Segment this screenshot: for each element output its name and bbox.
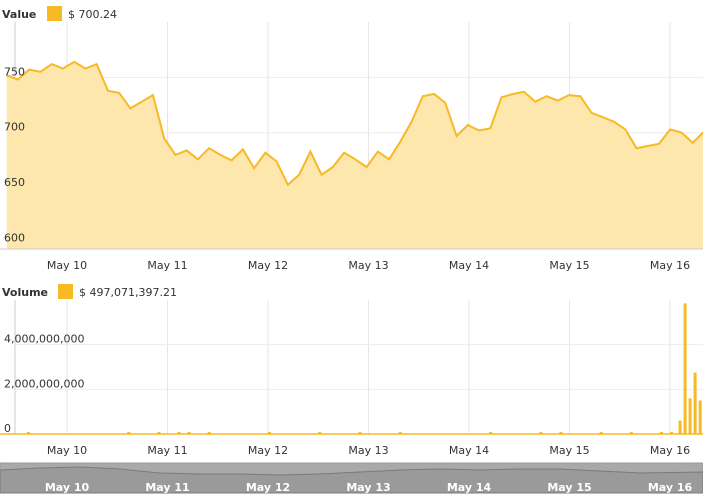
value-y-tick: 700: [4, 121, 25, 134]
navigator-tick: May 10: [45, 481, 90, 494]
navigator-tick: May 12: [246, 481, 290, 494]
volume-bar: [688, 398, 692, 434]
volume-bar: [683, 303, 687, 434]
navigator-tick: May 14: [447, 481, 492, 494]
value-readout: $ 700.24: [68, 8, 117, 21]
volume-x-tick: May 16: [650, 444, 690, 457]
value-x-tick: May 15: [549, 259, 589, 272]
volume-readout: $ 497,071,397.21: [79, 286, 177, 299]
volume-label: Volume: [2, 286, 48, 299]
volume-y-tick: 4,000,000,000: [4, 333, 84, 346]
navigator-tick: May 15: [547, 481, 591, 494]
value-y-tick: 750: [4, 65, 25, 78]
volume-bar: [693, 372, 697, 434]
volume-x-tick: May 10: [47, 444, 87, 457]
value-chart[interactable]: 600 650 700 750 May 10 May 11 May 12 May 13 May…: [0, 22, 703, 272]
value-y-tick: 650: [4, 176, 25, 189]
volume-chart[interactable]: 0 2,000,000,000 4,000,000,000 May 10 May 11…: [0, 300, 703, 457]
volume-legend-swatch: [58, 284, 73, 299]
chart-root: Value $ 700.24 600 650 700 750 May 10 May 11…: [0, 6, 703, 494]
volume-y-tick: 0: [4, 422, 11, 435]
navigator-scrollbar[interactable]: May 10 May 11 May 12 May 13 May 14 May 15 May …: [0, 462, 703, 494]
volume-x-tick: May 11: [147, 444, 187, 457]
volume-y-tick: 2,000,000,000: [4, 377, 84, 390]
volume-x-tick: May 12: [248, 444, 288, 457]
volume-header: Volume $ 497,071,397.21: [2, 284, 177, 299]
volume-x-tick: May 13: [348, 444, 388, 457]
value-legend-swatch: [47, 6, 62, 21]
value-x-tick: May 11: [147, 259, 187, 272]
value-area-series: [6, 61, 703, 249]
value-x-tick: May 14: [449, 259, 489, 272]
value-label: Value: [2, 8, 36, 21]
value-x-tick: May 16: [650, 259, 690, 272]
value-x-tick: May 12: [248, 259, 288, 272]
value-header: Value $ 700.24: [2, 6, 117, 21]
navigator-tick: May 13: [346, 481, 390, 494]
value-x-tick: May 13: [348, 259, 388, 272]
value-y-tick: 600: [4, 231, 25, 244]
volume-bar: [698, 400, 702, 434]
volume-x-tick: May 14: [449, 444, 489, 457]
navigator-tick: May 11: [145, 481, 189, 494]
value-x-tick: May 10: [47, 259, 87, 272]
navigator-tick: May 16: [648, 481, 693, 494]
volume-bar: [678, 420, 682, 434]
volume-x-tick: May 15: [549, 444, 589, 457]
